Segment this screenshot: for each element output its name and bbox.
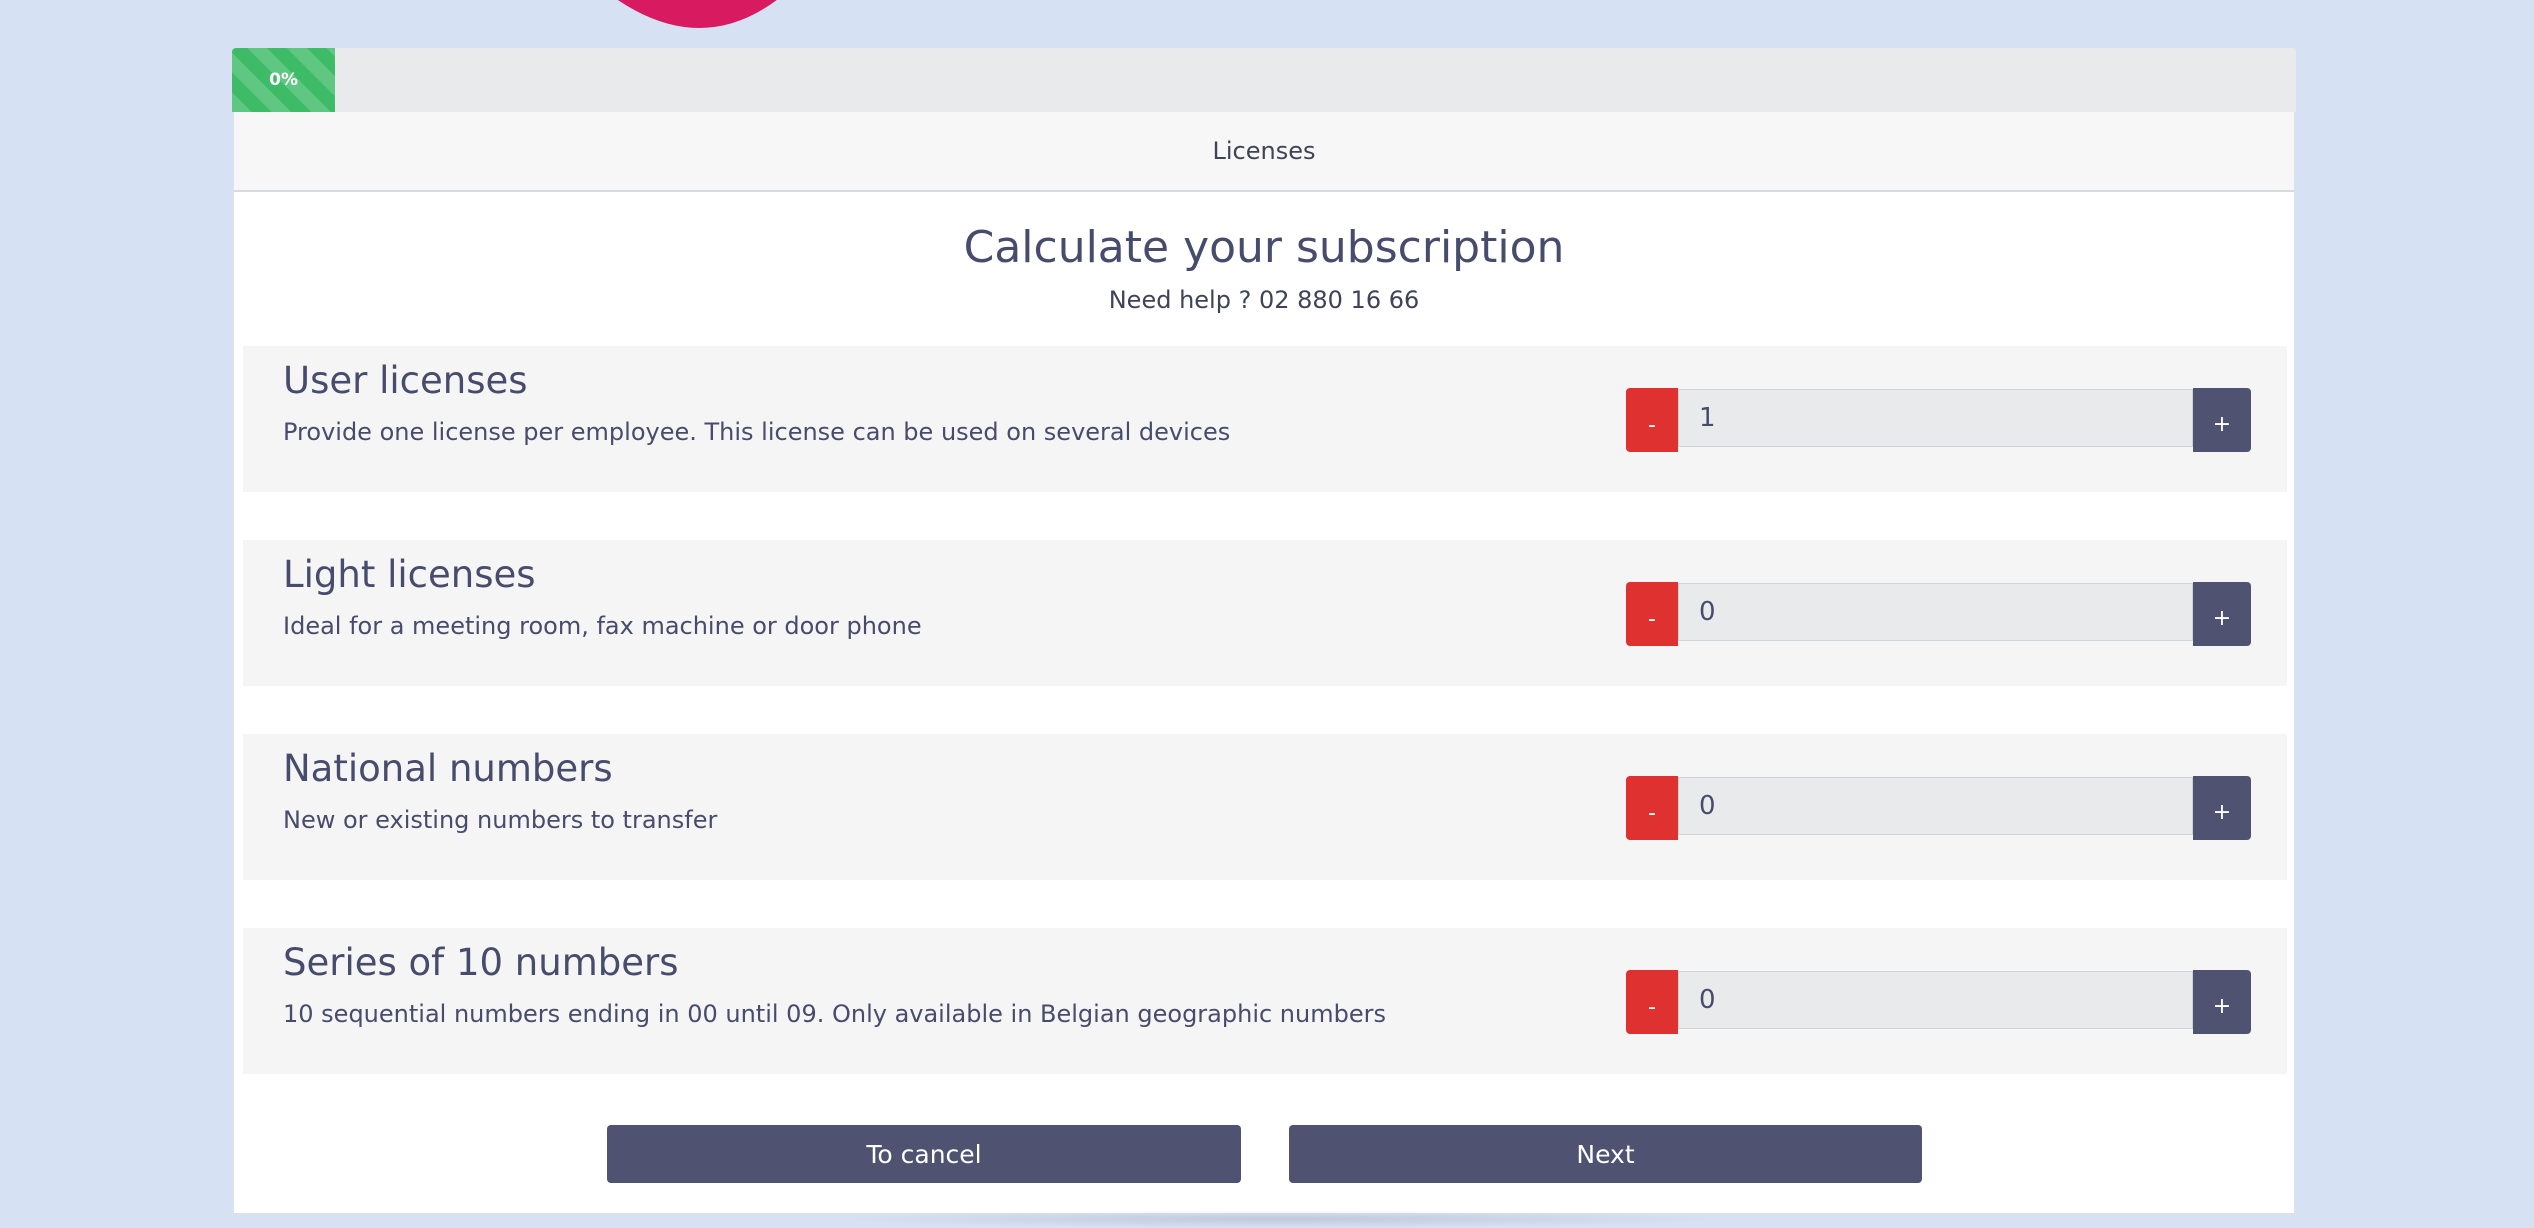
decrement-button[interactable]: - [1626,388,1678,452]
next-button[interactable]: Next [1289,1125,1922,1183]
row-title: Series of 10 numbers [283,941,679,984]
increment-button[interactable]: + [2193,388,2251,452]
license-row-series-numbers: Series of 10 numbers 10 sequential numbe… [243,928,2287,1074]
page-title: Calculate your subscription [963,222,1565,273]
subscription-card: Licenses Calculate your subscription Nee… [233,112,2295,1214]
card-header-title: Licenses [1212,137,1316,165]
row-description: 10 sequential numbers ending in 00 until… [283,1000,1386,1028]
quantity-input[interactable] [1678,971,2193,1029]
quantity-input[interactable] [1678,777,2193,835]
quantity-stepper: - + [1626,388,2251,452]
row-description: New or existing numbers to transfer [283,806,718,834]
license-row-light: Light licenses Ideal for a meeting room,… [243,540,2287,686]
license-row-user: User licenses Provide one license per em… [243,346,2287,492]
row-title: National numbers [283,747,613,790]
brand-logo [52,0,792,44]
license-row-national-numbers: National numbers New or existing numbers… [243,734,2287,880]
quantity-input[interactable] [1678,583,2193,641]
row-description: Provide one license per employee. This l… [283,418,1231,446]
quantity-input[interactable] [1678,389,2193,447]
quantity-stepper: - + [1626,776,2251,840]
quantity-stepper: - + [1626,582,2251,646]
row-title: User licenses [283,359,528,402]
increment-button[interactable]: + [2193,776,2251,840]
progress-bar: 0% [232,48,2296,112]
cancel-button[interactable]: To cancel [607,1125,1241,1183]
card-header: Licenses [234,112,2294,192]
help-phone: Need help ? 02 880 16 66 [1108,286,1420,314]
row-title: Light licenses [283,553,536,596]
progress-fill: 0% [232,48,336,112]
increment-button[interactable]: + [2193,970,2251,1034]
quantity-stepper: - + [1626,970,2251,1034]
progress-label: 0% [269,70,299,90]
decrement-button[interactable]: - [1626,970,1678,1034]
card-shadow [830,1210,1730,1228]
row-description: Ideal for a meeting room, fax machine or… [283,612,922,640]
increment-button[interactable]: + [2193,582,2251,646]
decrement-button[interactable]: - [1626,776,1678,840]
decrement-button[interactable]: - [1626,582,1678,646]
